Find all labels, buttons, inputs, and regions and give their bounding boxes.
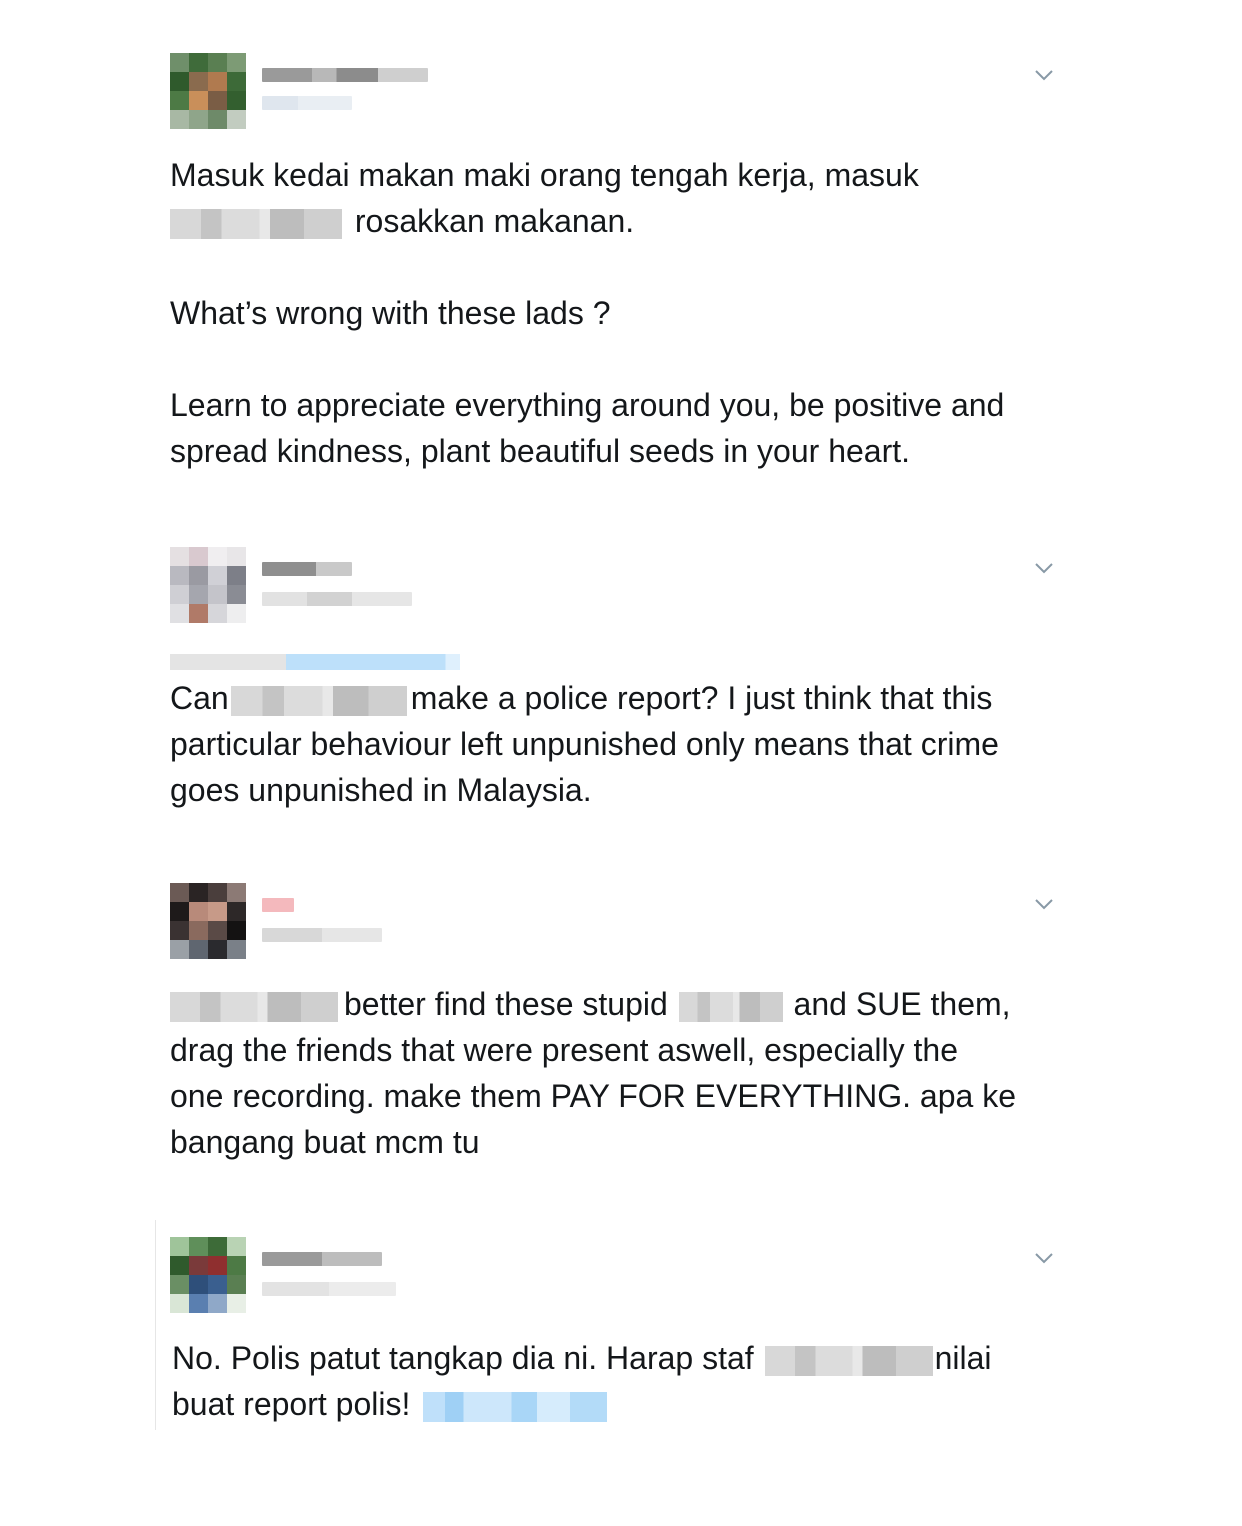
avatar-pixel — [189, 547, 208, 566]
avatar-pixel — [208, 1237, 227, 1256]
avatar-pixel — [170, 940, 189, 959]
avatar-pixel — [227, 940, 246, 959]
author-name[interactable] — [262, 562, 352, 576]
avatar-pixel — [189, 53, 208, 72]
redacted-text — [170, 991, 338, 1022]
avatar-pixel — [189, 585, 208, 604]
avatar-pixel — [227, 902, 246, 921]
avatar-pixel — [189, 110, 208, 129]
avatar-pixel — [170, 1294, 189, 1313]
avatar-pixel — [170, 110, 189, 129]
redacted-text — [170, 208, 342, 239]
avatar-pixel — [189, 1237, 208, 1256]
author-name[interactable] — [262, 68, 428, 82]
avatar[interactable] — [170, 53, 246, 129]
avatar-pixel — [208, 585, 227, 604]
avatar-pixel — [227, 604, 246, 623]
avatar-pixel — [170, 72, 189, 91]
avatar-pixel — [170, 566, 189, 585]
avatar-pixel — [189, 902, 208, 921]
avatar-pixel — [208, 921, 227, 940]
avatar-pixel — [227, 921, 246, 940]
avatar-pixel — [189, 1256, 208, 1275]
avatar-pixel — [170, 921, 189, 940]
avatar-pixel — [208, 883, 227, 902]
replying-to[interactable] — [170, 654, 460, 670]
avatar-pixel — [170, 604, 189, 623]
redacted-link[interactable] — [423, 1391, 608, 1422]
avatar-pixel — [227, 566, 246, 585]
avatar-pixel — [189, 1275, 208, 1294]
avatar-pixel — [170, 883, 189, 902]
avatar-pixel — [208, 53, 227, 72]
avatar-pixel — [208, 72, 227, 91]
avatar-pixel — [227, 72, 246, 91]
avatar-pixel — [189, 566, 208, 585]
avatar-pixel — [227, 1275, 246, 1294]
avatar-pixel — [227, 585, 246, 604]
avatar-pixel — [189, 604, 208, 623]
avatar-pixel — [170, 547, 189, 566]
avatar-pixel — [227, 110, 246, 129]
avatar-pixel — [170, 585, 189, 604]
avatar-pixel — [227, 1294, 246, 1313]
avatar-pixel — [208, 91, 227, 110]
redacted-text — [678, 991, 783, 1022]
avatar-pixel — [189, 921, 208, 940]
avatar-pixel — [227, 1256, 246, 1275]
avatar-pixel — [208, 110, 227, 129]
avatar[interactable] — [170, 883, 246, 959]
chevron-down-icon[interactable] — [1033, 897, 1055, 911]
chevron-down-icon[interactable] — [1033, 561, 1055, 575]
avatar-pixel — [227, 1237, 246, 1256]
avatar-pixel — [208, 1256, 227, 1275]
author-name[interactable] — [262, 898, 294, 912]
redacted-text — [230, 685, 407, 716]
avatar-pixel — [189, 940, 208, 959]
author-handle[interactable] — [262, 928, 382, 942]
avatar-pixel — [208, 604, 227, 623]
avatar-pixel — [170, 1237, 189, 1256]
avatar-pixel — [189, 72, 208, 91]
avatar-pixel — [208, 902, 227, 921]
avatar-pixel — [170, 91, 189, 110]
author-handle[interactable] — [262, 96, 352, 110]
chevron-down-icon[interactable] — [1033, 1251, 1055, 1265]
author-handle[interactable] — [262, 592, 412, 606]
divider — [155, 1220, 156, 1430]
avatar-pixel — [227, 91, 246, 110]
avatar-pixel — [227, 547, 246, 566]
avatar[interactable] — [170, 1237, 246, 1313]
avatar-pixel — [189, 883, 208, 902]
avatar-pixel — [208, 940, 227, 959]
avatar-pixel — [208, 1294, 227, 1313]
chevron-down-icon[interactable] — [1033, 68, 1055, 82]
author-handle[interactable] — [262, 1282, 396, 1296]
avatar-pixel — [227, 53, 246, 72]
avatar-pixel — [208, 547, 227, 566]
tweet-text: Masuk kedai makan maki orang tengah kerj… — [170, 157, 1005, 469]
tweet-text: No. Polis patut tangkap dia ni. Harap st… — [172, 1340, 992, 1422]
avatar-pixel — [189, 91, 208, 110]
avatar-pixel — [170, 902, 189, 921]
avatar-pixel — [170, 1256, 189, 1275]
tweet-text: Can make a police report? I just think th… — [170, 680, 999, 808]
avatar-pixel — [170, 53, 189, 72]
avatar-pixel — [189, 1294, 208, 1313]
avatar[interactable] — [170, 547, 246, 623]
tweet-text: better find these stupid and SUE them, d… — [170, 986, 1016, 1160]
author-name[interactable] — [262, 1252, 382, 1266]
redacted-text — [764, 1345, 933, 1376]
avatar-pixel — [170, 1275, 189, 1294]
avatar-pixel — [208, 566, 227, 585]
avatar-pixel — [208, 1275, 227, 1294]
avatar-pixel — [227, 883, 246, 902]
